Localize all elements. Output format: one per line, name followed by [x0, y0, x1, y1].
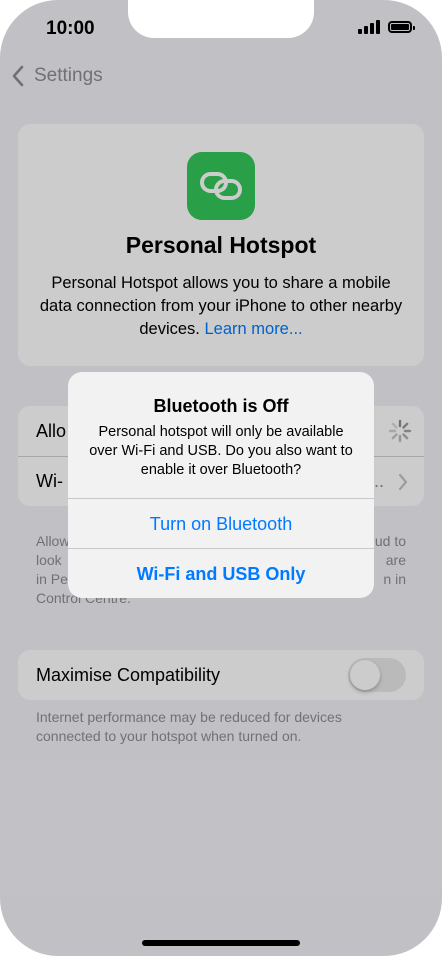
wifi-usb-only-button[interactable]: Wi-Fi and USB Only	[68, 548, 374, 598]
phone-screen: 10:00 Settings Personal Hotspot Personal…	[0, 0, 442, 956]
home-indicator[interactable]	[142, 940, 300, 946]
bluetooth-alert: Bluetooth is Off Personal hotspot will o…	[68, 372, 374, 598]
alert-title: Bluetooth is Off	[153, 396, 289, 416]
notch	[128, 0, 314, 38]
alert-message: Personal hotspot will only be available …	[89, 424, 353, 478]
turn-on-bluetooth-button[interactable]: Turn on Bluetooth	[68, 498, 374, 549]
